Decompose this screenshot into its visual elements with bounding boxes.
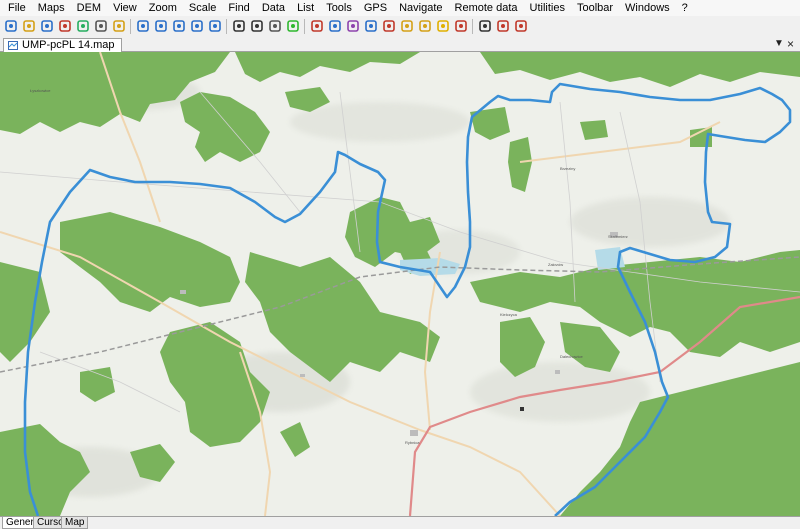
draw-line-icon[interactable]	[326, 18, 343, 35]
menu-windows[interactable]: Windows	[619, 0, 676, 16]
pointer-icon[interactable]	[248, 18, 265, 35]
menu-remote-data[interactable]: Remote data	[449, 0, 524, 16]
layer-down-icon[interactable]	[512, 18, 529, 35]
menu-navigate[interactable]: Navigate	[393, 0, 448, 16]
menu-bar: File Maps DEM View Zoom Scale Find Data List Tool…	[0, 0, 800, 16]
gps-icon[interactable]	[284, 18, 301, 35]
draw-point-icon[interactable]	[308, 18, 325, 35]
search-icon[interactable]	[134, 18, 151, 35]
menu-toolbar[interactable]: Toolbar	[571, 0, 619, 16]
bottom-tab-strip: General Cursor Map	[0, 516, 800, 529]
menu-file[interactable]: File	[4, 0, 32, 16]
toolbar-separator	[472, 18, 473, 34]
place-label: Skalbmierz	[608, 234, 628, 239]
move-icon[interactable]	[266, 18, 283, 35]
toolbar-separator	[226, 18, 227, 34]
draw-polygon-icon[interactable]	[344, 18, 361, 35]
place-label: Kielczyca	[500, 312, 518, 317]
menu-scale[interactable]: Scale	[183, 0, 223, 16]
close-icon[interactable]: ×	[787, 37, 794, 51]
menu-view[interactable]: View	[107, 0, 143, 16]
tab-dropdown-icon[interactable]: ▼	[774, 37, 784, 51]
document-tab-strip: UMP-pcPL 14.map ▼ ×	[0, 36, 800, 52]
export-icon[interactable]	[56, 18, 73, 35]
menu-dem[interactable]: DEM	[71, 0, 107, 16]
map-view[interactable]: Brzeziny Kielczyca Rybnica Skalbmierz Za…	[0, 52, 800, 516]
flag-icon[interactable]	[398, 18, 415, 35]
menu-utilities[interactable]: Utilities	[524, 0, 571, 16]
menu-find[interactable]: Find	[222, 0, 255, 16]
print-icon[interactable]	[92, 18, 109, 35]
map-canvas[interactable]: Brzeziny Kielczyca Rybnica Skalbmierz Za…	[0, 52, 800, 516]
toolbar-separator	[130, 18, 131, 34]
zoom-out-icon[interactable]	[170, 18, 187, 35]
properties-icon[interactable]	[110, 18, 127, 35]
zoom-in-icon[interactable]	[152, 18, 169, 35]
document-tab-label: UMP-pcPL 14.map	[22, 39, 115, 51]
place-label: Łyszkowice	[30, 88, 51, 93]
open-file-icon[interactable]	[2, 18, 19, 35]
menu-list[interactable]: List	[291, 0, 320, 16]
delete-icon[interactable]	[380, 18, 397, 35]
tab-map[interactable]: Map	[61, 517, 89, 529]
map-document-icon	[8, 41, 18, 50]
import-icon[interactable]	[74, 18, 91, 35]
measure-icon[interactable]	[476, 18, 493, 35]
layer-up-icon[interactable]	[494, 18, 511, 35]
tag-icon[interactable]	[416, 18, 433, 35]
place-label: Dalechowice	[560, 354, 583, 359]
split-icon[interactable]	[452, 18, 469, 35]
tab-map-label: Map	[65, 517, 85, 528]
menu-maps[interactable]: Maps	[32, 0, 71, 16]
place-label: Zakrzów	[548, 262, 563, 267]
toolbar-separator	[304, 18, 305, 34]
zoom-actual-icon[interactable]	[206, 18, 223, 35]
place-label: Brzeziny	[560, 166, 575, 171]
menu-gps[interactable]: GPS	[358, 0, 393, 16]
zoom-fit-icon[interactable]	[188, 18, 205, 35]
open-map-icon[interactable]	[20, 18, 37, 35]
document-tab[interactable]: UMP-pcPL 14.map	[3, 38, 122, 52]
menu-data[interactable]: Data	[256, 0, 291, 16]
join-icon[interactable]	[434, 18, 451, 35]
menu-tools[interactable]: Tools	[320, 0, 358, 16]
menu-zoom[interactable]: Zoom	[143, 0, 183, 16]
select-icon[interactable]	[230, 18, 247, 35]
menu-help[interactable]: ?	[676, 0, 694, 16]
save-icon[interactable]	[38, 18, 55, 35]
main-toolbar	[0, 16, 800, 36]
place-label: Rybnica	[405, 440, 420, 445]
edit-nodes-icon[interactable]	[362, 18, 379, 35]
